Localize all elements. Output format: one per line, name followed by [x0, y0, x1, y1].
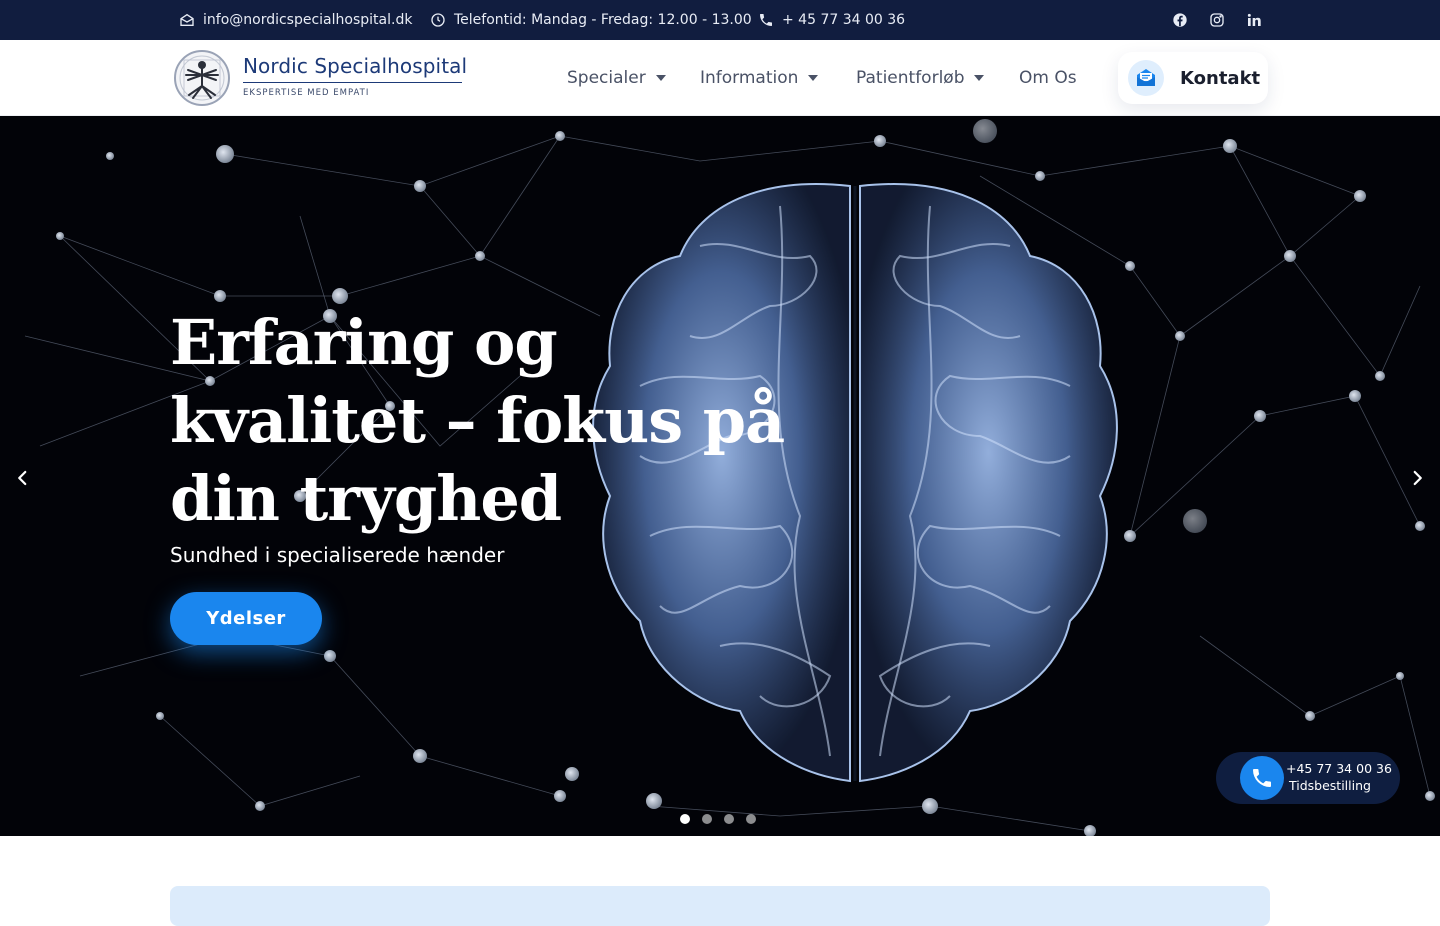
phone-icon: [760, 14, 772, 26]
chevron-right-icon: [1413, 470, 1422, 486]
hero-slider: Erfaring og kvalitet – fokus på din tryg…: [0, 116, 1440, 836]
slider-prev-button[interactable]: [9, 464, 37, 492]
call-widget-phone-button[interactable]: [1240, 756, 1284, 800]
contact-button[interactable]: Kontakt: [1118, 52, 1268, 104]
topbar-phone-link[interactable]: + 45 77 34 00 36: [758, 0, 905, 40]
main-header: Nordic Specialhospital EKSPERTISE MED EM…: [0, 40, 1440, 116]
nav-item-information[interactable]: Information: [700, 40, 819, 116]
ydelser-button[interactable]: Ydelser: [170, 592, 322, 645]
phone-icon: [1253, 769, 1271, 787]
info-card-top-edge: [170, 886, 1270, 926]
linkedin-link[interactable]: [1243, 0, 1265, 40]
envelope-open-icon: [180, 13, 194, 26]
nav-label: Om Os: [1019, 68, 1077, 88]
nav-label: Patientforløb: [856, 68, 965, 88]
mail-box-icon: [1128, 60, 1164, 96]
linkedin-icon: [1247, 13, 1261, 26]
caret-down-icon: [808, 75, 819, 81]
hero-title: Erfaring og kvalitet – fokus på din tryg…: [170, 306, 785, 535]
vitruvian-logo-icon[interactable]: [172, 48, 232, 108]
instagram-icon: [1210, 13, 1224, 27]
instagram-link[interactable]: [1206, 0, 1228, 40]
call-widget[interactable]: +45 77 34 00 36 Tidsbestilling: [1216, 752, 1400, 804]
slider-dot-4[interactable]: [746, 814, 756, 824]
contact-button-label: Kontakt: [1180, 67, 1261, 89]
slider-dot-2[interactable]: [702, 814, 712, 824]
nav-item-patientforloeb[interactable]: Patientforløb: [856, 40, 985, 116]
nav-label: Information: [700, 68, 799, 88]
logo-divider: [243, 82, 462, 83]
topbar-phone-text: + 45 77 34 00 36: [782, 12, 906, 28]
nav-label: Specialer: [567, 68, 646, 88]
top-info-bar: info@nordicspecialhospital.dk Telefontid…: [0, 0, 1440, 40]
topbar-email-link[interactable]: info@nordicspecialhospital.dk: [179, 0, 412, 40]
topbar-hours-text: Telefontid: Mandag - Fredag: 12.00 - 13.…: [454, 12, 752, 28]
slider-dot-3[interactable]: [724, 814, 734, 824]
chevron-left-icon: [18, 470, 27, 486]
topbar-hours: Telefontid: Mandag - Fredag: 12.00 - 13.…: [430, 0, 752, 40]
nav-item-specialer[interactable]: Specialer: [567, 40, 666, 116]
caret-down-icon: [974, 75, 985, 81]
slider-pagination: [680, 814, 756, 824]
call-widget-label: Tidsbestilling: [1289, 778, 1371, 793]
logo-tagline: EKSPERTISE MED EMPATI: [243, 88, 370, 98]
logo-name[interactable]: Nordic Specialhospital: [243, 54, 467, 78]
topbar-email-text: info@nordicspecialhospital.dk: [203, 12, 413, 28]
slider-next-button[interactable]: [1403, 464, 1431, 492]
slider-dot-1[interactable]: [680, 814, 690, 824]
hero-subtitle: Sundhed i specialiserede hænder: [170, 543, 505, 567]
caret-down-icon: [655, 75, 666, 81]
nav-item-om-os[interactable]: Om Os: [1019, 40, 1077, 116]
facebook-link[interactable]: [1169, 0, 1191, 40]
call-widget-number: +45 77 34 00 36: [1286, 761, 1392, 776]
clock-icon: [431, 13, 445, 27]
facebook-icon: [1173, 13, 1187, 27]
